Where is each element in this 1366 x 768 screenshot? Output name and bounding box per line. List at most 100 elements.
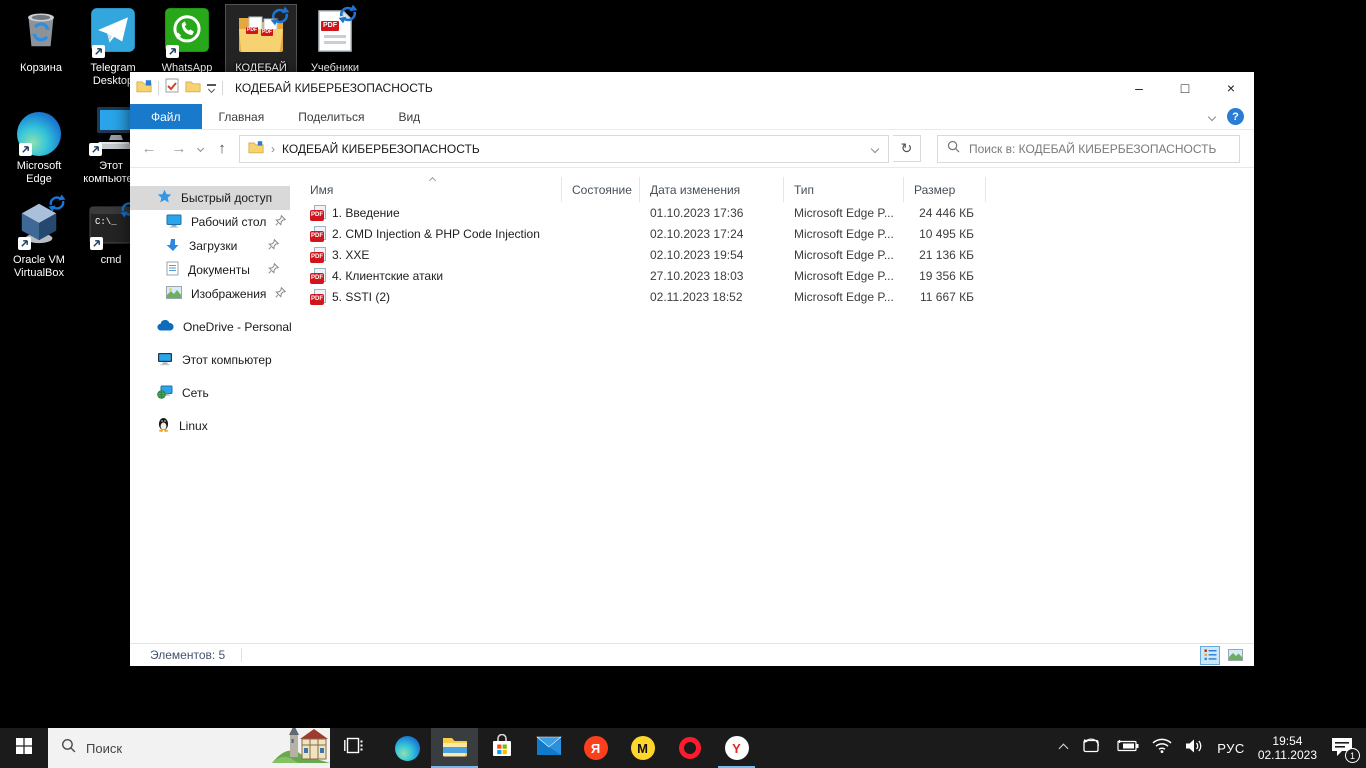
wifi-icon[interactable]	[1152, 738, 1172, 758]
network-icon	[157, 385, 173, 402]
quick-access-toolbar	[130, 78, 231, 98]
sidebar-item-this-pc[interactable]: Этот компьютер	[130, 348, 290, 372]
file-row[interactable]: PDF 3. XXE 02.10.2023 19:54 Microsoft Ed…	[290, 244, 1254, 265]
tab-file[interactable]: Файл	[130, 104, 202, 129]
task-view-button[interactable]	[330, 728, 376, 768]
taskbar-edge-button[interactable]	[384, 728, 431, 768]
sidebar-item-documents[interactable]: Документы	[130, 258, 290, 282]
desktop-icon-uchebniki[interactable]: PDF Учебники	[300, 5, 370, 78]
refresh-button[interactable]: ↻	[893, 135, 921, 162]
breadcrumb[interactable]: КОДЕБАЙ КИБЕРБЕЗОПАСНОСТЬ	[282, 142, 480, 156]
virtualbox-icon	[16, 199, 62, 250]
onedrive-sync-icon	[269, 5, 291, 27]
file-type: Microsoft Edge P...	[784, 227, 904, 241]
file-row[interactable]: PDF 1. Введение 01.10.2023 17:36 Microso…	[290, 202, 1254, 223]
minimize-button[interactable]: –	[1116, 72, 1162, 104]
document-icon	[166, 261, 179, 279]
address-dropdown-icon[interactable]	[862, 136, 888, 162]
yandex-icon: Я	[584, 736, 608, 760]
volume-icon[interactable]	[1185, 738, 1204, 759]
large-icons-view-button[interactable]	[1225, 646, 1245, 665]
desktop-icon-kodebay-folder[interactable]: PDF PDF КОДЕБАЙ	[226, 5, 296, 78]
sidebar-item-downloads[interactable]: Загрузки	[130, 234, 290, 258]
file-row[interactable]: PDF 5. SSTI (2) 02.11.2023 18:52 Microso…	[290, 286, 1254, 307]
column-header-type[interactable]: Тип	[784, 177, 904, 202]
column-header-size[interactable]: Размер	[904, 177, 986, 202]
language-indicator[interactable]: РУС	[1217, 741, 1245, 756]
taskbar-search-box[interactable]: Поиск	[48, 728, 330, 768]
address-bar[interactable]: › КОДЕБАЙ КИБЕРБЕЗОПАСНОСТЬ	[239, 135, 889, 163]
download-arrow-icon	[166, 238, 180, 255]
tray-expand-icon[interactable]	[1059, 743, 1069, 753]
tab-share[interactable]: Поделиться	[281, 104, 381, 129]
status-bar: Элементов: 5	[130, 643, 1254, 666]
file-name: 4. Клиентские атаки	[332, 269, 443, 283]
sidebar-item-pictures[interactable]: Изображения	[130, 282, 290, 306]
explorer-window: КОДЕБАЙ КИБЕРБЕЗОПАСНОСТЬ – □ × Файл Гла…	[130, 72, 1254, 666]
shortcut-arrow-icon	[166, 45, 179, 58]
file-date: 01.10.2023 17:36	[640, 206, 784, 220]
taskbar-amigo-button[interactable]: M	[619, 728, 666, 768]
task-view-icon	[344, 737, 363, 759]
taskbar-store-button[interactable]	[478, 728, 525, 768]
clock[interactable]: 19:54 02.11.2023	[1258, 734, 1317, 762]
battery-icon[interactable]	[1115, 739, 1139, 758]
cmd-prompt-text: C:\_	[95, 217, 117, 227]
column-header-date-modified[interactable]: Дата изменения	[640, 177, 784, 202]
up-button[interactable]: ↑	[209, 140, 235, 157]
search-highlight-illustration	[272, 728, 330, 768]
start-button[interactable]	[0, 728, 48, 768]
forward-button[interactable]: →	[166, 140, 192, 157]
taskbar-yandex-button[interactable]: Я	[572, 728, 619, 768]
sidebar-item-desktop[interactable]: Рабочий стол	[130, 210, 290, 234]
action-center-button[interactable]: 1	[1330, 736, 1356, 760]
onedrive-sync-icon	[337, 3, 359, 25]
search-input[interactable]	[969, 142, 1230, 156]
details-view-button[interactable]	[1200, 646, 1220, 665]
recent-locations-icon[interactable]	[197, 145, 204, 152]
maximize-button[interactable]: □	[1162, 72, 1208, 104]
onedrive-sync-icon	[46, 193, 68, 215]
column-header-status[interactable]: Состояние	[562, 177, 640, 202]
sidebar-item-label: Этот компьютер	[182, 353, 272, 367]
sort-ascending-icon	[430, 170, 435, 188]
file-date: 02.11.2023 18:52	[640, 290, 784, 304]
search-box[interactable]	[937, 135, 1240, 163]
tab-view[interactable]: Вид	[381, 104, 437, 129]
taskbar-mail-button[interactable]	[525, 728, 572, 768]
expand-ribbon-icon[interactable]	[1208, 112, 1216, 120]
sidebar-item-label: Изображения	[191, 287, 266, 301]
help-button[interactable]: ?	[1227, 108, 1244, 125]
desktop-icon-recycle-bin[interactable]: Корзина	[6, 5, 76, 78]
file-row[interactable]: PDF 4. Клиентские атаки 27.10.2023 18:03…	[290, 265, 1254, 286]
file-type: Microsoft Edge P...	[784, 269, 904, 283]
taskbar-yandex-browser-button[interactable]: Y	[713, 728, 760, 768]
toolbar-separator	[158, 81, 159, 95]
sidebar-item-linux[interactable]: Linux	[130, 414, 290, 438]
column-header-name[interactable]: Имя	[290, 177, 562, 202]
properties-icon[interactable]	[165, 78, 179, 98]
pin-icon	[275, 215, 286, 229]
back-button[interactable]: ←	[136, 140, 162, 157]
customize-toolbar-dropdown-icon[interactable]	[207, 84, 216, 92]
sidebar-item-network[interactable]: Сеть	[130, 381, 290, 405]
tab-home[interactable]: Главная	[202, 104, 282, 129]
sidebar-item-label: Рабочий стол	[191, 215, 266, 229]
new-folder-icon[interactable]	[185, 79, 201, 98]
close-button[interactable]: ×	[1208, 72, 1254, 104]
desktop-icon-virtualbox[interactable]: Oracle VM VirtualBox	[2, 197, 76, 283]
file-name: 3. XXE	[332, 248, 369, 262]
sidebar-item-onedrive[interactable]: OneDrive - Personal	[130, 315, 290, 339]
desktop-icon-edge[interactable]: Microsoft Edge	[4, 103, 74, 189]
desktop-icon-whatsapp[interactable]: WhatsApp	[152, 5, 222, 78]
breadcrumb-chevron-icon: ›	[271, 142, 275, 156]
rotation-lock-icon[interactable]	[1080, 737, 1102, 760]
window-title: КОДЕБАЙ КИБЕРБЕЗОПАСНОСТЬ	[235, 81, 433, 95]
file-row[interactable]: PDF 2. CMD Injection & PHP Code Injectio…	[290, 223, 1254, 244]
taskbar-explorer-button[interactable]	[431, 728, 478, 768]
ribbon-tabs: Файл Главная Поделиться Вид ?	[130, 104, 1254, 130]
sidebar-item-quick-access[interactable]: Быстрый доступ	[130, 186, 290, 210]
sidebar-item-label: Быстрый доступ	[181, 191, 272, 205]
taskbar-opera-button[interactable]	[666, 728, 713, 768]
shortcut-arrow-icon	[90, 237, 103, 250]
